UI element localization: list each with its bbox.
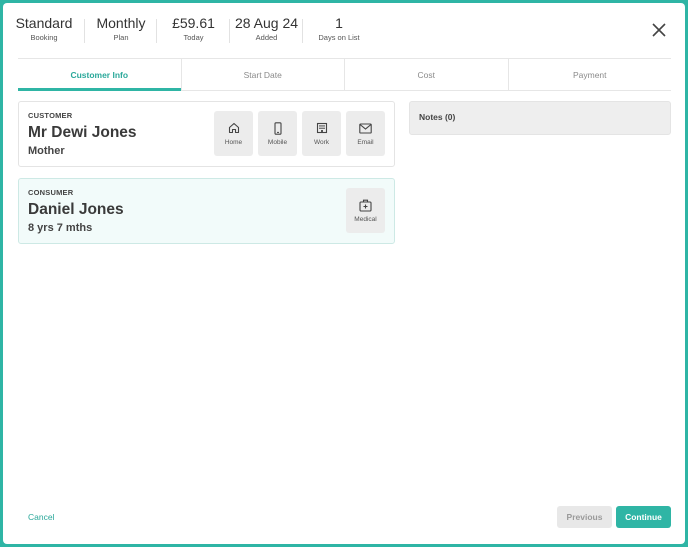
work-button-label: Work [313, 139, 330, 146]
tab-customer-info[interactable]: Customer Info [18, 59, 181, 91]
consumer-role-label: CONSUMER [28, 188, 74, 197]
mobile-button-label: Mobile [267, 139, 288, 146]
continue-button[interactable]: Continue [616, 506, 671, 528]
booking-summary: Standard Booking Monthly Plan £59.61 Tod… [3, 15, 375, 49]
stat-label: Booking [30, 33, 58, 42]
stat-value: Monthly [96, 15, 146, 31]
customer-contact-buttons: Home Mobile Work Email [214, 111, 385, 156]
home-button[interactable]: Home [214, 111, 253, 156]
tab-cost[interactable]: Cost [344, 59, 508, 90]
customer-relation: Mother [28, 145, 65, 157]
stat-value: 1 [335, 15, 343, 31]
home-button-label: Home [224, 139, 243, 146]
customer-card: CUSTOMER Mr Dewi Jones Mother Home Mobil… [18, 101, 395, 167]
stat-value: £59.61 [172, 15, 215, 31]
tab-payment[interactable]: Payment [507, 59, 672, 90]
stat-label: Days on List [318, 33, 360, 42]
consumer-card: CONSUMER Daniel Jones 8 yrs 7 mths Medic… [18, 178, 395, 244]
booking-modal: Standard Booking Monthly Plan £59.61 Tod… [3, 3, 685, 544]
stat-value: 28 Aug 24 [234, 15, 299, 31]
medical-kit-icon [359, 198, 373, 212]
mobile-icon [271, 121, 285, 135]
stat-days-on-list: 1 Days on List [303, 15, 375, 49]
stat-value: Standard [15, 15, 73, 31]
stat-today: £59.61 Today [157, 15, 230, 49]
building-icon [315, 121, 329, 135]
stat-label: Plan [113, 33, 129, 42]
customer-role-label: CUSTOMER [28, 111, 73, 120]
close-button[interactable] [649, 20, 669, 40]
medical-button[interactable]: Medical [346, 188, 385, 233]
notes-label: Notes (0) [419, 112, 456, 122]
work-button[interactable]: Work [302, 111, 341, 156]
previous-button[interactable]: Previous [557, 506, 612, 528]
tab-bar: Customer Info Start Date Cost Payment [18, 58, 671, 91]
home-icon [227, 121, 241, 135]
stat-label: Today [183, 33, 204, 42]
consumer-age: 8 yrs 7 mths [28, 222, 93, 234]
stat-booking: Standard Booking [3, 15, 85, 49]
stat-added: 28 Aug 24 Added [230, 15, 303, 49]
email-button[interactable]: Email [346, 111, 385, 156]
cancel-link[interactable]: Cancel [28, 512, 54, 522]
mobile-button[interactable]: Mobile [258, 111, 297, 156]
email-button-label: Email [357, 139, 374, 146]
medical-button-label: Medical [354, 216, 377, 223]
consumer-name: Daniel Jones [28, 201, 124, 218]
tab-start-date[interactable]: Start Date [180, 59, 345, 90]
customer-name: Mr Dewi Jones [28, 124, 137, 141]
consumer-buttons: Medical [346, 188, 385, 233]
stat-plan: Monthly Plan [85, 15, 157, 49]
notes-panel[interactable]: Notes (0) [409, 101, 671, 135]
envelope-icon [359, 121, 373, 135]
close-icon [652, 23, 666, 37]
stat-label: Added [255, 33, 278, 42]
